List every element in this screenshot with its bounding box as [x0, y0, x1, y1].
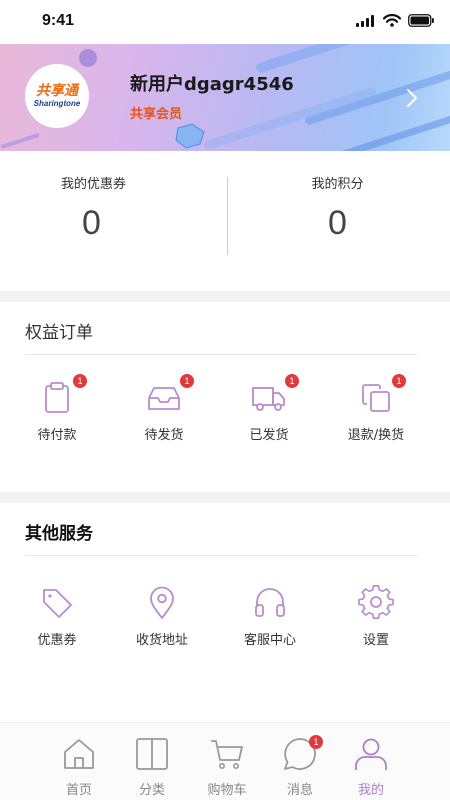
tag-icon [39, 585, 75, 621]
wifi-icon [383, 14, 401, 27]
points-value: 0 [328, 204, 347, 242]
chevron-right-icon[interactable] [406, 88, 418, 108]
tab-category[interactable]: 分类 [115, 737, 189, 798]
coupons-label: 我的优惠券 [60, 177, 126, 192]
tab-label: 消息 [286, 783, 313, 798]
services-title: 其他服务 [25, 524, 93, 544]
order-item-pending-shipment[interactable]: 1 待发货 [108, 374, 220, 443]
coupons-stat[interactable]: 我的优惠券 0 [0, 151, 225, 243]
avatar[interactable]: 共享通 Sharingtone [25, 64, 89, 128]
profile-banner[interactable]: 共享通 Sharingtone 新用户dgagr4546 共享会员 [0, 44, 450, 151]
order-badge: 1 [285, 374, 299, 388]
user-icon [354, 737, 388, 771]
tab-me[interactable]: 我的 [334, 737, 408, 798]
points-label: 我的积分 [311, 177, 364, 192]
gear-icon [358, 585, 394, 621]
status-icons [356, 14, 434, 27]
services-divider [25, 555, 417, 556]
location-pin-icon [144, 585, 180, 621]
copy-icon: 1 [358, 374, 406, 416]
tab-label: 购物车 [207, 783, 247, 798]
tab-messages[interactable]: 1 消息 [263, 735, 337, 798]
points-stat[interactable]: 我的积分 0 [225, 151, 450, 243]
signal-icon [356, 14, 374, 27]
service-item-label: 设置 [362, 633, 389, 648]
order-item-shipped[interactable]: 1 已发货 [213, 374, 325, 443]
bottom-tab-bar: 首页 分类 购物车 1 消息 我的 [0, 722, 450, 800]
status-bar: 9:41 [0, 0, 450, 44]
orders-divider [25, 354, 417, 355]
tab-cart[interactable]: 购物车 [190, 737, 264, 798]
order-item-label: 待付款 [37, 428, 77, 443]
order-badge: 1 [392, 374, 406, 388]
section-gap [0, 291, 450, 302]
status-time: 9:41 [42, 12, 75, 29]
logo-text-cn: 共享通 [36, 83, 78, 99]
tab-label: 分类 [138, 783, 165, 798]
orders-section: 权益订单 1 待付款 1 待发货 1 已发货 1 退款/换货 [0, 302, 450, 492]
member-tag: 共享会员 [130, 107, 183, 122]
order-item-label: 已发货 [249, 428, 289, 443]
truck-icon: 1 [251, 374, 299, 416]
cart-icon [210, 737, 244, 771]
orders-title: 权益订单 [25, 323, 93, 343]
coupons-value: 0 [82, 204, 101, 242]
message-badge: 1 [309, 735, 323, 749]
order-item-pending-payment[interactable]: 1 待付款 [1, 374, 113, 443]
service-item-label: 优惠券 [37, 633, 77, 648]
service-item-coupons[interactable]: 优惠券 [1, 585, 113, 648]
order-item-refund[interactable]: 1 退款/换货 [320, 374, 432, 443]
clipboard-icon: 1 [39, 374, 87, 416]
service-item-settings[interactable]: 设置 [320, 585, 432, 648]
services-section: 其他服务 优惠券 收货地址 客服中心 设置 [0, 503, 450, 722]
headphones-icon [252, 585, 288, 621]
order-badge: 1 [180, 374, 194, 388]
username: 新用户dgagr4546 [130, 74, 294, 95]
service-item-address[interactable]: 收货地址 [106, 585, 218, 648]
service-item-customer-service[interactable]: 客服中心 [214, 585, 326, 648]
tab-home[interactable]: 首页 [42, 737, 116, 798]
battery-icon [408, 14, 434, 27]
tab-label: 首页 [65, 783, 92, 798]
order-item-label: 退款/换货 [347, 428, 405, 443]
tab-label: 我的 [357, 783, 384, 798]
service-item-label: 客服中心 [243, 633, 296, 648]
section-gap [0, 492, 450, 503]
home-icon [62, 737, 96, 771]
order-item-label: 待发货 [144, 428, 184, 443]
message-icon: 1 [283, 735, 323, 771]
stats-panel: 我的优惠券 0 我的积分 0 [0, 151, 450, 291]
service-item-label: 收货地址 [135, 633, 188, 648]
category-icon [135, 737, 169, 771]
inbox-icon: 1 [146, 374, 194, 416]
order-badge: 1 [73, 374, 87, 388]
logo-text-en: Sharingtone [33, 99, 81, 108]
